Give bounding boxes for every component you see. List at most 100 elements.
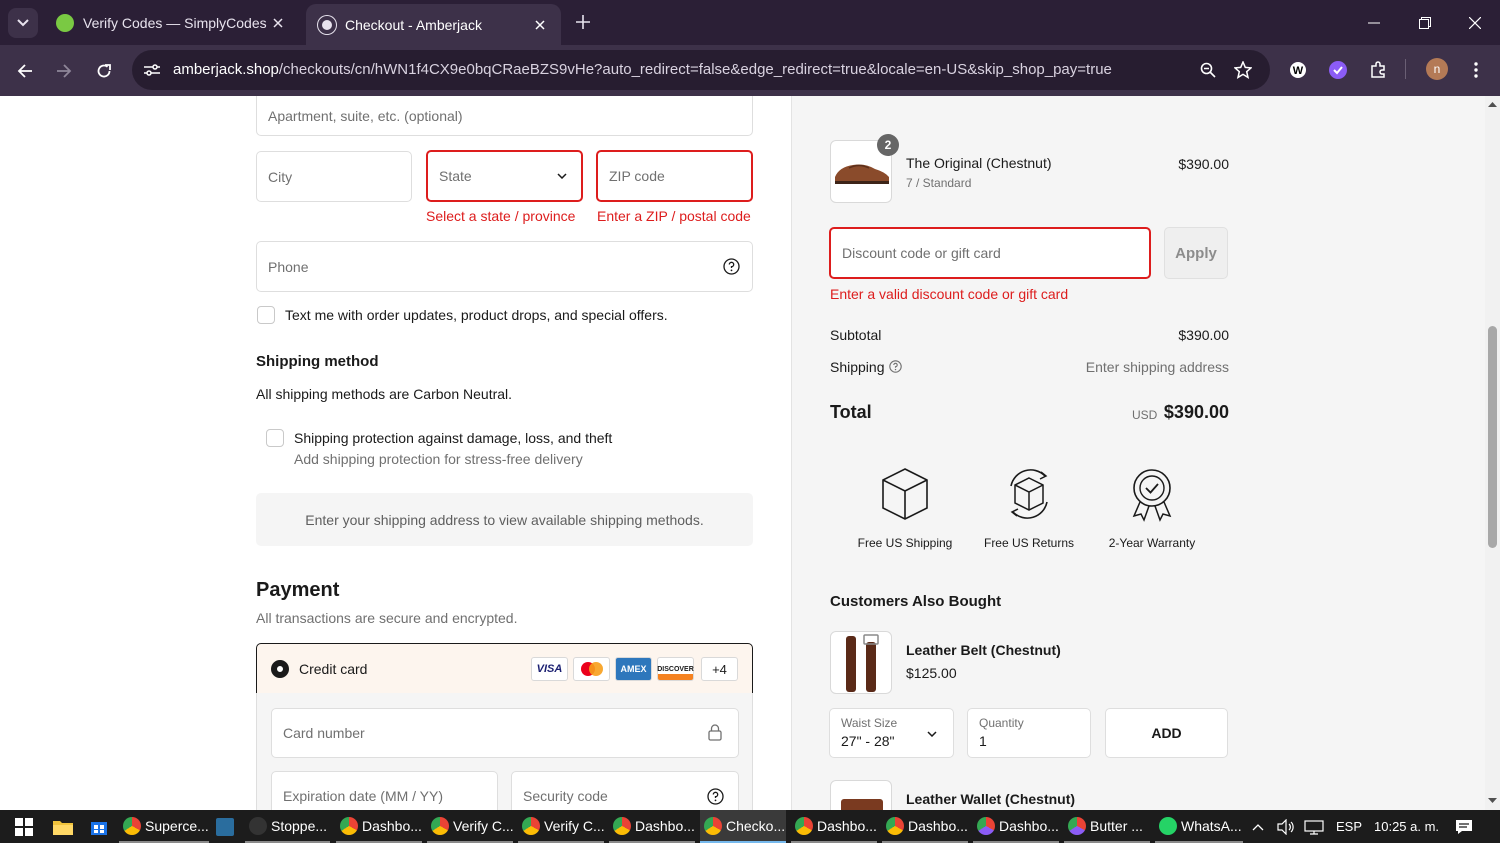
extension-purple-icon[interactable] bbox=[1327, 59, 1349, 81]
new-tab-button[interactable] bbox=[572, 11, 594, 33]
clock[interactable]: 10:25 a. m. bbox=[1374, 810, 1439, 843]
forward-button[interactable] bbox=[50, 57, 78, 85]
taskbar-item-5[interactable]: Verify C... bbox=[518, 810, 605, 843]
taskbar-item-label: Dashbo... bbox=[362, 817, 422, 834]
zoom-icon[interactable] bbox=[1198, 60, 1218, 80]
add-upsell-button[interactable]: ADD bbox=[1105, 708, 1228, 758]
belt-image bbox=[846, 634, 879, 692]
taskbar-item-7[interactable]: Checko... bbox=[700, 810, 786, 843]
apartment-placeholder: Apartment, suite, etc. (optional) bbox=[268, 107, 463, 124]
restore-button[interactable] bbox=[1412, 10, 1438, 36]
close-tab-icon[interactable] bbox=[269, 14, 287, 32]
taskbar-item-3[interactable]: Dashbo... bbox=[336, 810, 422, 843]
state-error: Select a state / province bbox=[426, 208, 576, 224]
waist-size-select[interactable]: Waist Size 27" - 28" bbox=[829, 708, 954, 758]
back-button[interactable] bbox=[11, 57, 39, 85]
phone-placeholder: Phone bbox=[268, 258, 309, 275]
taskbar-item-1[interactable]: Superce... bbox=[119, 810, 209, 843]
sms-optin-checkbox[interactable] bbox=[257, 306, 275, 324]
item-name: The Original (Chestnut) bbox=[906, 155, 1052, 171]
reload-button[interactable] bbox=[90, 57, 118, 85]
taskbar-item-8[interactable]: Dashbo... bbox=[791, 810, 877, 843]
taskbar-item-label: Dashbo... bbox=[635, 817, 695, 834]
language-indicator[interactable]: ESP bbox=[1336, 810, 1362, 843]
scroll-down-arrow-icon[interactable] bbox=[1488, 796, 1497, 805]
apply-discount-button[interactable]: Apply bbox=[1164, 227, 1228, 279]
minimize-button[interactable] bbox=[1361, 10, 1387, 36]
site-info-icon[interactable] bbox=[142, 60, 162, 80]
file-explorer-button[interactable] bbox=[46, 810, 76, 843]
phone-input[interactable]: Phone bbox=[256, 241, 753, 292]
taskbar-item-6[interactable]: Dashbo... bbox=[609, 810, 695, 843]
tab-verify-codes[interactable]: Verify Codes — SimplyCodes bbox=[44, 4, 299, 42]
order-summary-panel bbox=[791, 96, 1485, 810]
security-code-input[interactable]: Security code bbox=[511, 771, 739, 810]
scrollbar-thumb[interactable] bbox=[1488, 326, 1497, 548]
windows-logo-icon bbox=[15, 817, 33, 836]
taskbar-item-9[interactable]: Dashbo... bbox=[882, 810, 968, 843]
waist-size-value: 27" - 28" bbox=[841, 733, 895, 749]
close-window-button[interactable] bbox=[1462, 10, 1488, 36]
chevron-down-icon bbox=[927, 731, 937, 737]
show-hidden-icons[interactable] bbox=[1252, 810, 1264, 843]
notifications-icon[interactable] bbox=[1455, 810, 1473, 843]
badge-free-returns: Free US Returns bbox=[983, 536, 1075, 550]
credit-card-radio[interactable] bbox=[271, 660, 289, 678]
url-host: amberjack.shop bbox=[173, 61, 279, 78]
network-icon[interactable] bbox=[1304, 810, 1324, 843]
chrome-icon bbox=[795, 816, 813, 835]
close-icon bbox=[1469, 17, 1481, 29]
city-placeholder: City bbox=[268, 168, 293, 185]
taskbar-item-label: Verify C... bbox=[453, 817, 514, 834]
volume-icon[interactable] bbox=[1277, 810, 1295, 843]
taskbar-item-10[interactable]: Dashbo... bbox=[973, 810, 1059, 843]
address-bar[interactable]: amberjack.shop/checkouts/cn/hWN1f4CX9e0b… bbox=[132, 50, 1270, 90]
taskbar-item-2[interactable]: Stoppe... bbox=[245, 810, 330, 843]
help-circle-icon[interactable] bbox=[707, 788, 724, 805]
badge-free-shipping: Free US Shipping bbox=[857, 536, 953, 550]
discount-input[interactable]: Discount code or gift card bbox=[829, 227, 1151, 279]
apartment-input[interactable]: Apartment, suite, etc. (optional) bbox=[256, 96, 753, 136]
scroll-up-arrow-icon[interactable] bbox=[1488, 100, 1497, 109]
checkout-page: Apartment, suite, etc. (optional) City S… bbox=[0, 96, 1500, 810]
card-number-input[interactable]: Card number bbox=[271, 708, 739, 758]
taskbar-item-4[interactable]: Verify C... bbox=[427, 810, 514, 843]
store-icon bbox=[91, 821, 107, 835]
start-button[interactable] bbox=[6, 810, 38, 843]
shipping-value: Enter shipping address bbox=[1085, 359, 1229, 375]
zip-input[interactable]: ZIP code bbox=[596, 150, 753, 202]
expiry-input[interactable]: Expiration date (MM / YY) bbox=[271, 771, 498, 810]
taskbar-item-12[interactable]: WhatsA... bbox=[1155, 810, 1243, 843]
badge-warranty: 2-Year Warranty bbox=[1108, 536, 1196, 550]
state-select[interactable]: State bbox=[426, 150, 583, 202]
shipping-help-icon[interactable] bbox=[889, 360, 902, 373]
credit-card-option[interactable]: Credit card VISA AMEX DISCOVER +4 bbox=[256, 643, 753, 694]
taskbar-item-11[interactable]: Butter ... bbox=[1064, 810, 1150, 843]
help-circle-icon[interactable] bbox=[723, 258, 740, 275]
tab-search-button[interactable] bbox=[8, 8, 38, 38]
quantity-input[interactable]: Quantity 1 bbox=[967, 708, 1091, 758]
quantity-value: 1 bbox=[979, 733, 987, 749]
product-thumbnail-belt bbox=[830, 631, 892, 694]
carbon-neutral-note: All shipping methods are Carbon Neutral. bbox=[256, 386, 513, 402]
extension-w-icon[interactable]: W bbox=[1287, 59, 1309, 81]
taskbar-app-icon[interactable] bbox=[212, 810, 240, 843]
profile-avatar[interactable]: n bbox=[1426, 58, 1448, 80]
menu-kebab-icon[interactable] bbox=[1465, 59, 1487, 81]
city-input[interactable]: City bbox=[256, 151, 412, 202]
folder-icon bbox=[53, 820, 73, 835]
extensions-puzzle-icon[interactable] bbox=[1367, 59, 1389, 81]
bookmark-star-icon[interactable] bbox=[1233, 60, 1253, 80]
security-code-placeholder: Security code bbox=[523, 788, 608, 804]
tab-checkout-amberjack[interactable]: Checkout - Amberjack bbox=[306, 4, 561, 45]
expiry-placeholder: Expiration date (MM / YY) bbox=[283, 788, 444, 804]
chrome-icon bbox=[704, 816, 722, 835]
tab-title: Checkout - Amberjack bbox=[345, 16, 482, 33]
chrome-icon bbox=[977, 816, 995, 835]
shipping-protection-checkbox[interactable] bbox=[266, 429, 284, 447]
close-tab-icon[interactable] bbox=[531, 16, 549, 34]
wallet-image bbox=[841, 799, 883, 810]
store-button[interactable] bbox=[82, 810, 112, 843]
taskbar-item-label: Dashbo... bbox=[999, 817, 1059, 834]
mastercard-logo bbox=[573, 657, 610, 681]
